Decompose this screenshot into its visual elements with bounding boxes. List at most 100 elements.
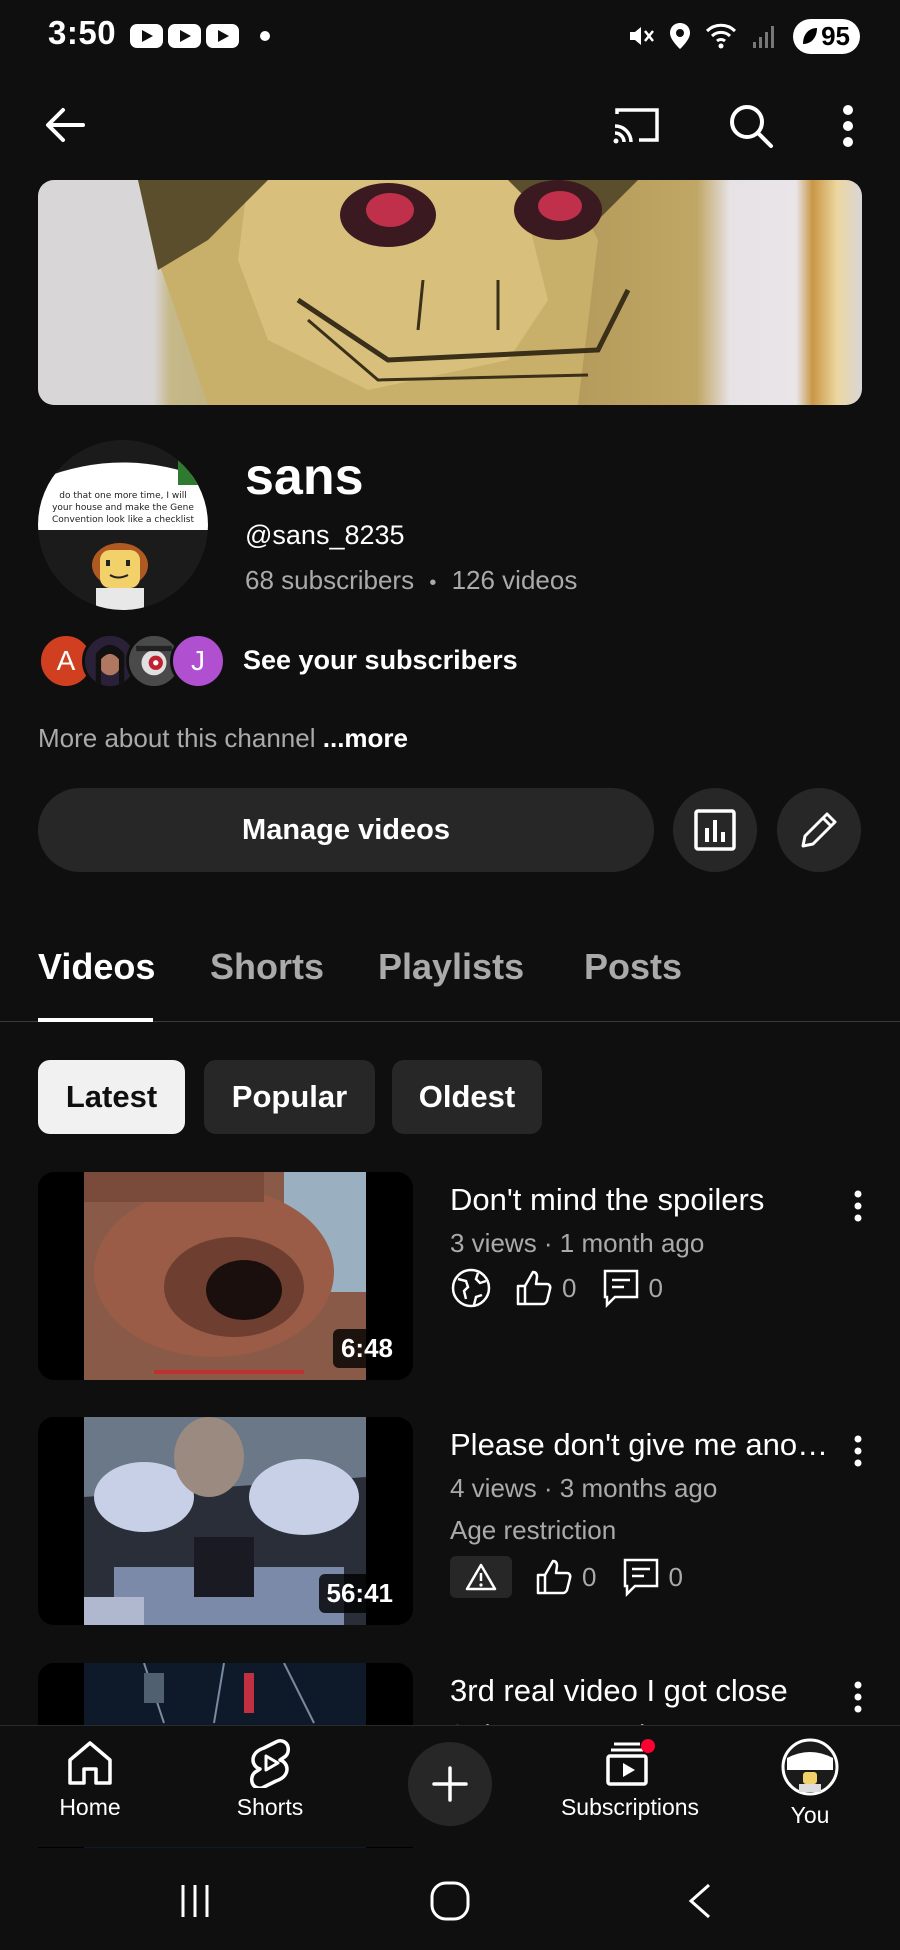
more-options-button[interactable] (830, 98, 866, 154)
nav-label: Shorts (236, 1794, 304, 1820)
status-bar: 3:50 95 (0, 0, 900, 70)
back-button[interactable] (38, 100, 92, 150)
leaf-icon (803, 28, 818, 44)
subscriber-avatars[interactable]: A J (38, 633, 228, 689)
battery-level: 95 (821, 20, 850, 51)
video-title[interactable]: Don't mind the spoilers (450, 1182, 840, 1218)
like-count: 0 (582, 1561, 597, 1592)
more-vert-icon (854, 1681, 862, 1713)
active-tab-indicator (38, 1018, 153, 1022)
nav-subscriptions[interactable]: Subscriptions (550, 1738, 710, 1821)
video-list-item[interactable]: 56:41 Please don't give me ano… 4 views … (38, 1417, 878, 1627)
like-icon (536, 1559, 572, 1595)
chip-oldest[interactable]: Oldest (392, 1060, 542, 1134)
mute-icon (630, 27, 655, 45)
like-icon (516, 1270, 552, 1306)
video-title[interactable]: 3rd real video I got close (450, 1673, 840, 1709)
video-options-button[interactable] (848, 1433, 868, 1469)
comment-count: 0 (648, 1272, 663, 1303)
search-button[interactable] (723, 98, 779, 154)
video-stats-row: 0 0 (450, 1553, 709, 1601)
stats-separator: • (429, 572, 437, 594)
system-navigation-bar (0, 1848, 900, 1950)
avatar-caption-line-3: Convention look like a checklist (52, 515, 194, 525)
youtube-notification-icon (130, 24, 163, 48)
top-app-bar (0, 90, 900, 160)
search-icon (730, 105, 773, 148)
analytics-icon (694, 809, 736, 851)
tab-videos[interactable]: Videos (38, 946, 155, 988)
location-icon (670, 23, 691, 49)
recents-icon (181, 1885, 209, 1917)
tab-playlists[interactable]: Playlists (378, 946, 524, 988)
notification-dot-icon (260, 31, 270, 41)
home-icon (68, 1741, 112, 1785)
nav-home[interactable]: Home (10, 1738, 170, 1821)
status-icons: 95 (627, 16, 860, 56)
video-list-item[interactable]: 6:48 Don't mind the spoilers 3 views · 1… (38, 1172, 878, 1382)
avatar-image: do that one more time, I will your house… (38, 440, 208, 610)
channel-avatar[interactable]: do that one more time, I will your house… (38, 440, 208, 610)
subscriber-avatar: J (170, 633, 226, 689)
about-text: More about this channel (38, 723, 316, 753)
video-meta: 3 views · 1 month ago (450, 1228, 705, 1258)
edit-channel-button[interactable] (777, 788, 861, 872)
see-your-subscribers-link[interactable]: See your subscribers (243, 645, 518, 676)
video-thumbnail[interactable]: 6:48 (38, 1172, 413, 1380)
cast-icon (613, 108, 659, 144)
video-title[interactable]: Please don't give me ano… (450, 1427, 840, 1463)
restriction-badge (450, 1556, 512, 1598)
video-options-button[interactable] (848, 1679, 868, 1715)
channel-banner (38, 180, 862, 405)
channel-about-link[interactable]: More about this channel ...more (38, 723, 408, 754)
nav-you[interactable]: You (730, 1738, 890, 1829)
video-count: 126 videos (451, 565, 578, 595)
comment-count: 0 (668, 1561, 683, 1592)
banner-artwork (138, 180, 638, 405)
signal-icon (753, 26, 775, 48)
recents-button[interactable] (165, 1876, 225, 1926)
bottom-navigation: Home Shorts Subscriptions You (0, 1725, 900, 1847)
channel-tabs: Videos Shorts Playlists Posts (0, 930, 900, 1022)
chip-popular[interactable]: Popular (204, 1060, 375, 1134)
warning-icon (465, 1563, 497, 1591)
age-restriction-label: Age restriction (450, 1515, 617, 1545)
video-thumbnail[interactable]: 56:41 (38, 1417, 413, 1625)
chip-latest[interactable]: Latest (38, 1060, 185, 1134)
analytics-button[interactable] (673, 788, 757, 872)
nav-label: Home (59, 1794, 121, 1820)
more-link[interactable]: ...more (323, 723, 408, 753)
youtube-notification-icon (206, 24, 239, 48)
cast-button[interactable] (607, 98, 667, 152)
comment-icon (624, 1558, 659, 1597)
system-home-button[interactable] (420, 1876, 480, 1926)
home-circle-icon (430, 1881, 470, 1921)
back-arrow-icon (46, 108, 85, 142)
video-duration: 56:41 (318, 1574, 401, 1613)
nav-label: You (790, 1802, 830, 1828)
more-vert-icon (854, 1435, 862, 1467)
battery-icon: 95 (793, 18, 860, 54)
tab-posts[interactable]: Posts (584, 946, 682, 988)
tab-shorts[interactable]: Shorts (210, 946, 324, 988)
subscriptions-icon (606, 1739, 655, 1786)
nav-shorts[interactable]: Shorts (190, 1738, 350, 1821)
wifi-icon (706, 23, 737, 49)
create-button[interactable] (408, 1742, 492, 1826)
pencil-icon (801, 812, 837, 848)
avatar-caption-line-2: your house and make the Gene (52, 503, 194, 513)
status-time: 3:50 (48, 14, 117, 51)
channel-handle: @sans_8235 (245, 520, 405, 550)
manage-videos-button[interactable]: Manage videos (38, 788, 654, 872)
like-count: 0 (562, 1272, 577, 1303)
plus-icon (432, 1766, 468, 1802)
comment-icon (604, 1269, 639, 1308)
profile-avatar (781, 1738, 839, 1796)
system-back-button[interactable] (670, 1876, 730, 1926)
video-options-button[interactable] (848, 1188, 868, 1224)
back-chevron-icon (688, 1883, 710, 1919)
video-meta: 4 views · 3 months ago (450, 1473, 718, 1503)
channel-stats: 68 subscribers • 126 videos (245, 565, 577, 596)
globe-icon (451, 1268, 491, 1308)
more-vert-icon (843, 105, 853, 147)
